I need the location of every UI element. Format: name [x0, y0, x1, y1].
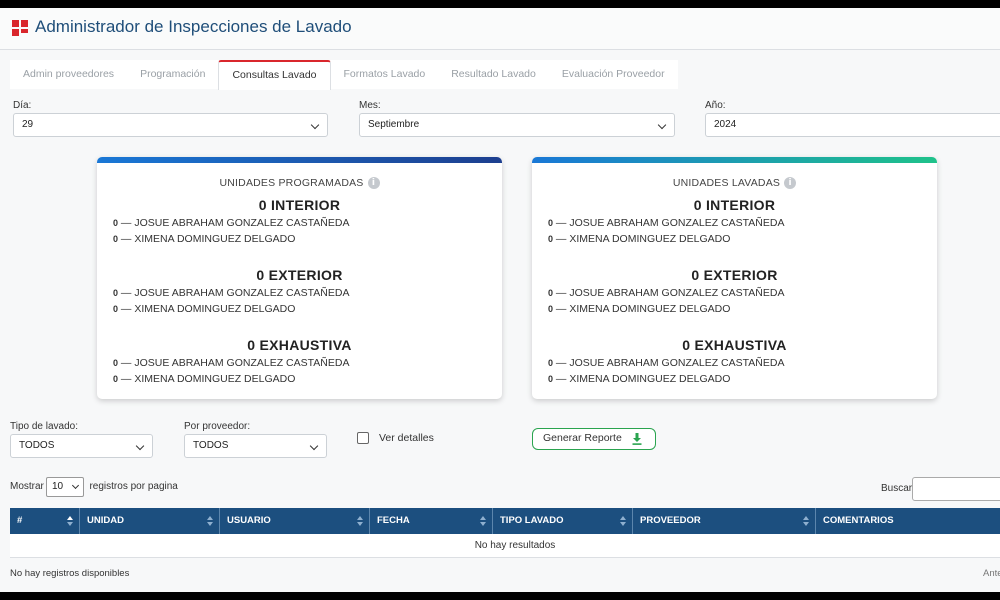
chevron-down-icon [310, 120, 320, 130]
proveedor-label: Por proveedor: [184, 421, 251, 432]
day-label: Día: [13, 100, 32, 111]
app-title: Administrador de Inspecciones de Lavado [35, 17, 352, 36]
chevron-down-icon [135, 441, 145, 451]
tab-formatos-lavado[interactable]: Formatos Lavado [331, 60, 439, 89]
stat-line: 0 — XIMENA DOMINGUEZ DELGADO [548, 373, 731, 385]
page-length-select[interactable]: 10 [46, 477, 84, 497]
ver-detalles-checkbox[interactable] [357, 432, 369, 444]
tab-admin-proveedores[interactable]: Admin proveedores [10, 60, 127, 89]
column-header-index[interactable]: # [10, 508, 80, 534]
tipo-lavado-label: Tipo de lavado: [10, 421, 79, 432]
app-logo-icon [12, 20, 28, 36]
month-value: Septiembre [368, 119, 420, 130]
tab-bar: Admin proveedores Programación Consultas… [10, 60, 678, 90]
download-icon [632, 433, 642, 445]
table-header: # UNIDAD USUARIO FECHA TIPO LAVADO PROVE… [10, 508, 1000, 534]
stat-line: 0 — JOSUE ABRAHAM GONZALEZ CASTAÑEDA [113, 217, 350, 229]
table-info: No hay registros disponibles [10, 568, 130, 579]
chevron-down-icon [657, 120, 667, 130]
stat-exterior-heading: 0 EXTERIOR [256, 267, 343, 283]
sort-icon [207, 516, 213, 526]
empty-text: No hay resultados [474, 540, 556, 551]
sort-icon [620, 516, 626, 526]
stat-line: 0 — JOSUE ABRAHAM GONZALEZ CASTAÑEDA [548, 357, 785, 369]
column-header-tipo-lavado[interactable]: TIPO LAVADO [493, 508, 633, 534]
tab-evaluacion-proveedor[interactable]: Evaluación Proveedor [549, 60, 678, 89]
stat-exhaustiva-heading: 0 EXHAUSTIVA [247, 337, 352, 353]
stat-exterior-heading: 0 EXTERIOR [691, 267, 778, 283]
generar-reporte-button[interactable]: Generar Reporte [532, 428, 656, 450]
generar-reporte-label: Generar Reporte [543, 432, 622, 444]
card-unidades-lavadas: UNIDADES LAVADAS i 0 INTERIOR 0 — JOSUE A… [532, 157, 937, 399]
proveedor-value: TODOS [193, 440, 229, 451]
app-header: Administrador de Inspecciones de Lavado [0, 8, 1000, 50]
stat-line: 0 — XIMENA DOMINGUEZ DELGADO [548, 233, 731, 245]
column-header-usuario[interactable]: USUARIO [220, 508, 370, 534]
tab-consultas-lavado[interactable]: Consultas Lavado [218, 60, 331, 90]
year-select[interactable]: 2024 [705, 113, 1000, 137]
ver-detalles-label: Ver detalles [379, 432, 434, 444]
stat-line: 0 — XIMENA DOMINGUEZ DELGADO [113, 233, 296, 245]
registros-label: registros por pagina [89, 481, 178, 492]
app-window: Administrador de Inspecciones de Lavado … [0, 8, 1000, 592]
column-header-unidad[interactable]: UNIDAD [80, 508, 220, 534]
sort-icon [357, 516, 363, 526]
info-icon[interactable]: i [784, 177, 797, 190]
tab-resultado-lavado[interactable]: Resultado Lavado [438, 60, 549, 89]
proveedor-select[interactable]: TODOS [184, 434, 327, 458]
stat-line: 0 — XIMENA DOMINGUEZ DELGADO [113, 303, 296, 315]
card-title: UNIDADES LAVADAS i [532, 177, 937, 190]
page-length-value: 10 [52, 481, 64, 492]
buscar-label: Buscar [881, 483, 913, 494]
info-icon[interactable]: i [367, 177, 380, 190]
stat-line: 0 — JOSUE ABRAHAM GONZALEZ CASTAÑEDA [548, 217, 785, 229]
sort-icon [480, 516, 486, 526]
stat-line: 0 — XIMENA DOMINGUEZ DELGADO [113, 373, 296, 385]
mostrar-label: Mostrar registros por pagina [10, 481, 178, 492]
table-empty-row: No hay resultados [10, 534, 1000, 558]
stat-exhaustiva-heading: 0 EXHAUSTIVA [682, 337, 787, 353]
year-value: 2024 [714, 119, 737, 130]
tipo-lavado-select[interactable]: TODOS [10, 434, 153, 458]
stat-line: 0 — XIMENA DOMINGUEZ DELGADO [548, 303, 731, 315]
stat-line: 0 — JOSUE ABRAHAM GONZALEZ CASTAÑEDA [113, 287, 350, 299]
stat-interior-heading: 0 INTERIOR [693, 197, 776, 213]
sort-icon [803, 516, 809, 526]
year-label: Año: [705, 100, 726, 111]
tipo-lavado-value: TODOS [19, 440, 55, 451]
column-header-comentarios[interactable]: COMENTARIOS [816, 508, 1000, 534]
stat-line: 0 — JOSUE ABRAHAM GONZALEZ CASTAÑEDA [113, 357, 350, 369]
column-header-fecha[interactable]: FECHA [370, 508, 493, 534]
card-accent-bar [97, 157, 502, 163]
card-title: UNIDADES PROGRAMADAS i [97, 177, 502, 190]
day-value: 29 [22, 119, 34, 130]
month-label: Mes: [359, 100, 381, 111]
card-unidades-programadas: UNIDADES PROGRAMADAS i 0 INTERIOR 0 — JOS… [97, 157, 502, 399]
day-select[interactable]: 29 [13, 113, 328, 137]
card-accent-bar [532, 157, 937, 163]
search-input[interactable] [912, 477, 1000, 501]
tab-programacion[interactable]: Programación [127, 60, 218, 89]
stat-interior-heading: 0 INTERIOR [258, 197, 341, 213]
stat-line: 0 — JOSUE ABRAHAM GONZALEZ CASTAÑEDA [548, 287, 785, 299]
pager-previous-button[interactable]: Ante [983, 568, 1000, 579]
sort-icon [67, 516, 73, 526]
chevron-down-icon [71, 481, 80, 490]
column-header-proveedor[interactable]: PROVEEDOR [633, 508, 816, 534]
month-select[interactable]: Septiembre [359, 113, 675, 137]
chevron-down-icon [309, 441, 319, 451]
